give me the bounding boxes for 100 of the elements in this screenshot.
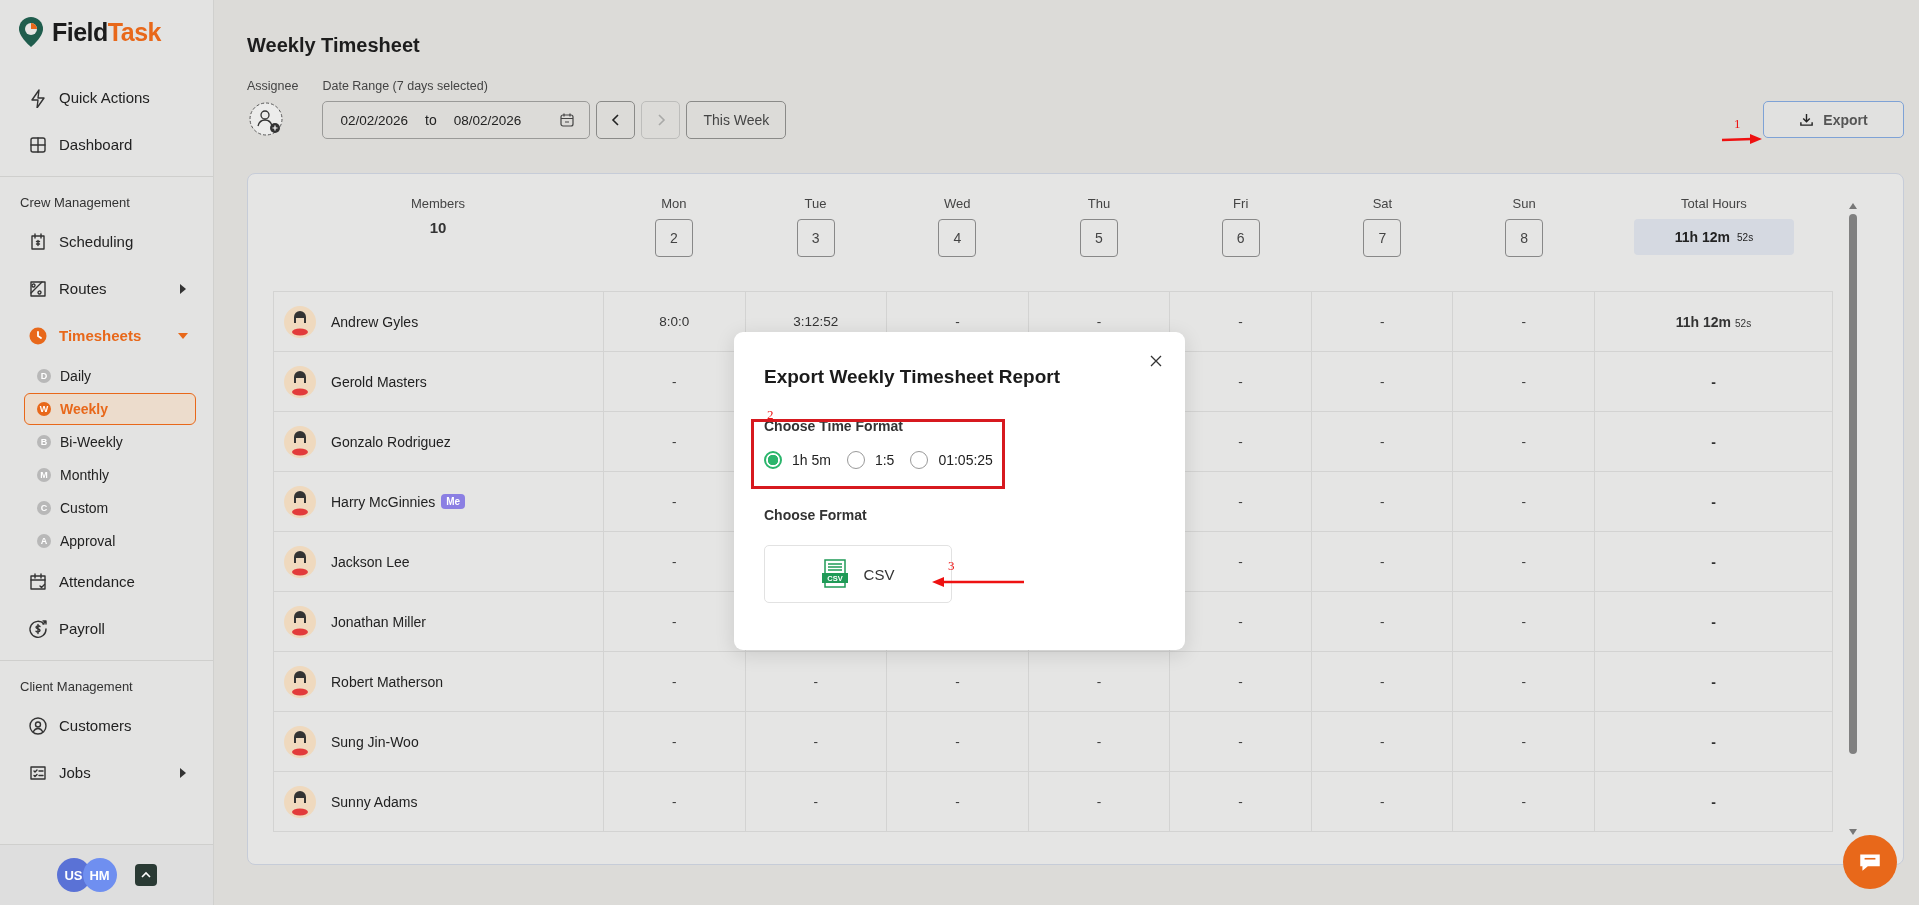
person-avatar bbox=[284, 425, 316, 458]
hours-value: - bbox=[813, 794, 819, 809]
hours-value: 8:0:0 bbox=[659, 314, 690, 329]
hours-value: - bbox=[1521, 374, 1526, 389]
column-header: Total Hours bbox=[1681, 196, 1747, 211]
sub-nav-item[interactable]: M Monthly bbox=[24, 459, 196, 491]
hours-value: - bbox=[1238, 554, 1243, 569]
person-avatar bbox=[284, 665, 316, 698]
format-label: Choose Format bbox=[764, 507, 868, 523]
hours-value: - bbox=[1521, 674, 1526, 689]
hours-value: - bbox=[1379, 314, 1385, 329]
member-name: Harry McGinnies bbox=[331, 493, 436, 510]
hours-value: - bbox=[955, 314, 960, 329]
column-header: Fri bbox=[1233, 196, 1249, 211]
hours-value: - bbox=[1521, 734, 1526, 749]
person-avatar bbox=[284, 305, 316, 338]
member-name: Jackson Lee bbox=[331, 553, 410, 570]
hours-value: - bbox=[1238, 674, 1243, 689]
hours-value: - bbox=[672, 434, 677, 449]
hours-value: - bbox=[672, 794, 677, 809]
hours-value: - bbox=[1096, 314, 1102, 329]
row-total: - bbox=[1711, 433, 1716, 450]
hours-value: - bbox=[1238, 734, 1243, 749]
chat-button[interactable] bbox=[1843, 835, 1897, 889]
add-assignee-button[interactable] bbox=[247, 101, 285, 139]
brand-name: FieldTask bbox=[52, 17, 161, 47]
hours-value: - bbox=[1379, 794, 1385, 809]
scrollbar-thumb[interactable] bbox=[1849, 214, 1857, 754]
member-name: Jonathan Miller bbox=[331, 613, 426, 630]
sub-nav-item[interactable]: B Bi-Weekly bbox=[24, 426, 196, 458]
calendar-icon bbox=[559, 112, 576, 128]
hours-value: - bbox=[955, 794, 960, 809]
row-total: - bbox=[1711, 793, 1716, 810]
day-number: 5 bbox=[1080, 219, 1118, 257]
grid-icon bbox=[28, 134, 48, 155]
page-title: Weekly Timesheet bbox=[247, 34, 421, 57]
hours-value: - bbox=[1238, 614, 1243, 629]
scroll-up-icon[interactable] bbox=[1848, 202, 1858, 210]
nav-item[interactable]: Scheduling bbox=[0, 218, 213, 265]
total-hours-badge: 11h 12m 52s bbox=[1634, 219, 1794, 255]
annotation-number: 3 bbox=[948, 558, 955, 574]
annotation-arrow bbox=[1722, 133, 1762, 145]
sub-nav-item[interactable]: D Daily bbox=[24, 360, 196, 392]
hours-value: - bbox=[1238, 794, 1243, 809]
hours-value: - bbox=[1521, 314, 1526, 329]
hours-value: - bbox=[1521, 614, 1526, 629]
hours-value: - bbox=[1238, 434, 1243, 449]
day-number: 7 bbox=[1363, 219, 1402, 257]
row-total: - bbox=[1711, 373, 1716, 390]
hours-value: - bbox=[1379, 734, 1385, 749]
row-total: - bbox=[1711, 493, 1716, 510]
hours-value: - bbox=[1096, 734, 1102, 749]
time-format-option[interactable]: 1h 5m bbox=[764, 451, 831, 469]
hours-value: - bbox=[1521, 794, 1526, 809]
hours-value: - bbox=[1238, 374, 1243, 389]
day-number: 6 bbox=[1221, 219, 1260, 257]
nav-item[interactable]: Quick Actions bbox=[0, 74, 213, 121]
dialog-title: Export Weekly Timesheet Report bbox=[764, 366, 1061, 388]
day-number: 2 bbox=[654, 219, 693, 257]
date-range-field[interactable]: 02/02/2026 to 08/02/2026 bbox=[322, 101, 591, 139]
assignee-label: Assignee bbox=[247, 79, 299, 93]
section-heading: Crew Management bbox=[19, 194, 131, 212]
nav-item[interactable]: Routes bbox=[0, 265, 213, 312]
nav-item[interactable]: Customers bbox=[0, 702, 213, 749]
time-format-option[interactable]: 01:05:25 bbox=[910, 451, 993, 469]
person-avatar bbox=[284, 545, 316, 578]
hours-value: - bbox=[1379, 434, 1385, 449]
nav-item[interactable]: Attendance bbox=[0, 558, 213, 605]
nav-item[interactable]: Jobs bbox=[0, 749, 213, 796]
annotation-number: 2 bbox=[767, 407, 774, 422]
nav-item[interactable]: Payroll bbox=[0, 605, 213, 652]
hours-value: - bbox=[1379, 554, 1385, 569]
hours-value: - bbox=[1379, 614, 1385, 629]
this-week-button[interactable]: This Week bbox=[686, 101, 787, 139]
hours-value: - bbox=[813, 674, 819, 689]
member-name: Sung Jin-Woo bbox=[331, 733, 419, 750]
person-avatar bbox=[284, 605, 316, 638]
sub-nav-item[interactable]: C Custom bbox=[24, 492, 196, 524]
previous-button[interactable] bbox=[596, 101, 636, 139]
hours-value: 3:12:52 bbox=[793, 314, 839, 329]
hours-value: - bbox=[1238, 314, 1243, 329]
hours-value: - bbox=[672, 734, 677, 749]
export-button[interactable]: Export bbox=[1763, 101, 1904, 138]
hours-value: - bbox=[672, 554, 677, 569]
time-format-option[interactable]: 1:5 bbox=[846, 451, 895, 469]
section-heading: Client Management bbox=[19, 678, 134, 696]
sub-nav-item[interactable]: A Approval bbox=[24, 525, 196, 557]
me-tag: Me bbox=[441, 494, 466, 509]
hours-value: - bbox=[1521, 554, 1526, 569]
expand-button[interactable] bbox=[134, 864, 157, 886]
row-total: - bbox=[1711, 673, 1716, 690]
member-name: Robert Matherson bbox=[331, 673, 444, 690]
column-header: Tue bbox=[804, 196, 827, 211]
logo-icon bbox=[18, 16, 44, 48]
nav-item[interactable]: Dashboard bbox=[0, 121, 213, 168]
hours-value: - bbox=[672, 674, 677, 689]
hours-value: - bbox=[1096, 794, 1102, 809]
row-total: 11h 12m 52s bbox=[1675, 313, 1752, 330]
member-name: Gerold Masters bbox=[331, 373, 427, 390]
close-icon[interactable] bbox=[1149, 354, 1163, 368]
